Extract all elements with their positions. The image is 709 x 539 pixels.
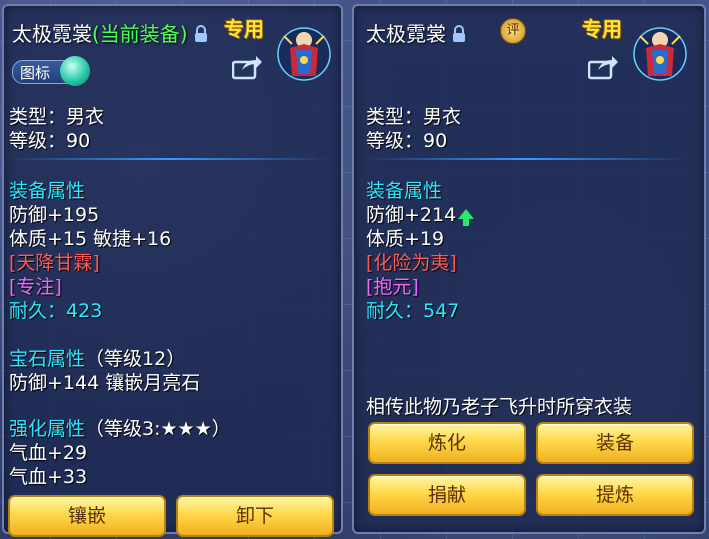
defense-line: 防御+214 — [366, 200, 475, 227]
stats-line: 体质+15 敏捷+16 — [9, 228, 172, 250]
donate-button[interactable]: 捐献 — [368, 474, 526, 516]
item-name: 太极霓裳 — [12, 22, 92, 46]
equip-attr-title: 装备属性 — [366, 180, 443, 202]
item-description: 相传此物乃老子飞升时所穿衣装 — [366, 396, 633, 418]
equipped-tag: (当前装备) — [92, 22, 188, 46]
inlay-button[interactable]: 镶嵌 — [8, 495, 166, 537]
refine-button[interactable]: 炼化 — [368, 422, 526, 464]
durability-label: 耐久： — [9, 300, 67, 322]
enhance-level: （等级3:★★★） — [85, 418, 231, 440]
durability-value: 547 — [423, 300, 460, 322]
share-icon[interactable] — [587, 56, 618, 84]
divider — [366, 158, 686, 160]
level-line: 等级：90 — [9, 130, 91, 152]
type-line: 类型：男衣 — [366, 106, 462, 128]
item-armor-icon[interactable] — [632, 26, 688, 82]
current-equipment-panel: 太极霓裳(当前装备) 专用 图标 类型：男衣 等级：90 装备属性 防御+195… — [2, 4, 343, 537]
gem-title: 宝石属性 — [9, 348, 86, 370]
type-line: 类型：男衣 — [9, 106, 105, 128]
share-icon[interactable] — [231, 56, 262, 84]
exclusive-label: 专用 — [224, 17, 264, 41]
icon-toggle[interactable]: 图标 — [12, 56, 90, 86]
enhance-title: 强化属性 — [9, 418, 86, 440]
item-title: 太极霓裳 — [366, 18, 466, 48]
defense-line: 防御+195 — [9, 204, 100, 226]
enhance-line-2: 气血+33 — [9, 466, 88, 488]
unequip-button[interactable]: 卸下 — [176, 495, 334, 537]
divider — [9, 158, 329, 160]
gem-title-line: 宝石属性（等级12） — [9, 344, 185, 371]
exclusive-label: 专用 — [582, 17, 622, 41]
item-name: 太极霓裳 — [366, 22, 446, 46]
enhance-line-1: 气血+29 — [9, 442, 88, 464]
upgrade-arrow-icon — [458, 208, 475, 226]
review-badge[interactable]: 评 — [500, 18, 526, 44]
item-title: 太极霓裳(当前装备) — [12, 18, 208, 48]
gem-line: 防御+144 镶嵌月亮石 — [9, 372, 201, 394]
special-skill: [抱元] — [366, 276, 419, 298]
enhance-title-line: 强化属性（等级3:★★★） — [9, 414, 231, 441]
stats-line: 体质+19 — [366, 228, 445, 250]
durability-label: 耐久： — [366, 300, 424, 322]
equip-button[interactable]: 装备 — [536, 422, 694, 464]
extract-button[interactable]: 提炼 — [536, 474, 694, 516]
toggle-knob — [60, 56, 90, 86]
compare-item-panel: 太极霓裳 评 专用 类型：男衣 等级：90 装备属性 防御+214 体质+19 … — [352, 4, 706, 534]
level-line: 等级：90 — [366, 130, 448, 152]
durability-line: 耐久：423 — [9, 296, 102, 323]
durability-value: 423 — [66, 300, 103, 322]
special-effect: [天降甘霖] — [9, 252, 100, 274]
lock-icon[interactable] — [194, 24, 208, 48]
toggle-label: 图标 — [20, 64, 51, 82]
item-armor-icon[interactable] — [276, 26, 332, 82]
durability-line: 耐久：547 — [366, 296, 459, 323]
special-effect: [化险为夷] — [366, 252, 457, 274]
defense-value: 防御+214 — [366, 204, 457, 226]
gem-level: （等级12） — [85, 348, 186, 370]
equip-attr-title: 装备属性 — [9, 180, 86, 202]
lock-icon[interactable] — [452, 24, 466, 48]
special-skill: [专注] — [9, 276, 62, 298]
